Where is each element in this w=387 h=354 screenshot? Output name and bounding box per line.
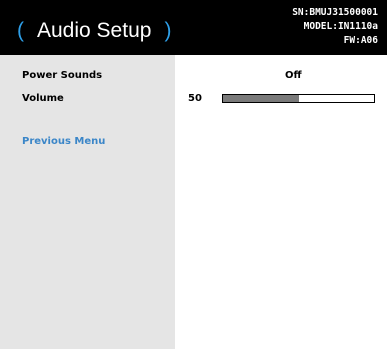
volume-label: Volume <box>22 93 64 104</box>
title-group: ( Audio Setup ) <box>17 18 171 44</box>
audio-setup-screen: ( Audio Setup ) SN:BMUJ31500001 MODEL:IN… <box>0 0 387 354</box>
volume-slider-fill <box>223 95 299 102</box>
serial-number: SN:BMUJ31500001 <box>292 7 378 18</box>
power-sounds-label: Power Sounds <box>22 70 103 81</box>
open-paren: ( <box>17 19 24 42</box>
model-number: MODEL:IN1110a <box>303 21 378 32</box>
header-bar: ( Audio Setup ) SN:BMUJ31500001 MODEL:IN… <box>0 0 387 55</box>
firmware-version: FW:A06 <box>343 35 378 46</box>
volume-slider[interactable] <box>222 94 375 103</box>
page-title: Audio Setup <box>37 19 152 42</box>
power-sounds-value[interactable]: Off <box>285 69 302 82</box>
volume-value: 50 <box>188 93 202 104</box>
close-paren: ) <box>164 19 172 42</box>
device-info: SN:BMUJ31500001 MODEL:IN1110a FW:A06 <box>188 6 378 48</box>
menu-label-column: Power Sounds Volume Previous Menu <box>0 55 175 349</box>
menu-value-column: Off 50 <box>175 55 387 349</box>
previous-menu-link[interactable]: Previous Menu <box>22 135 105 148</box>
bottom-strip <box>0 349 387 354</box>
